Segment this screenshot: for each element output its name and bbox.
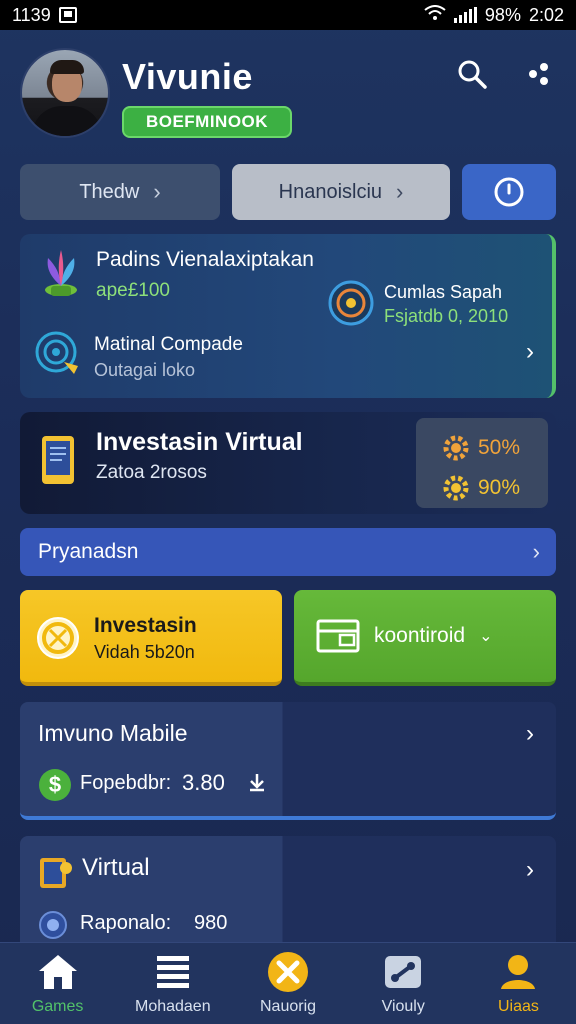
mobile-card-title: Imvuno Mabile [38,720,188,746]
chevron-right-icon: › [532,539,540,564]
level-badge: BOEFMINOOK [122,106,292,138]
stat-row: 50% [442,434,520,462]
timer-button[interactable] [462,164,556,220]
invest-tile[interactable]: Investasin Vidah 5b20n [20,590,282,686]
stat-value: 90% [478,476,521,499]
nav-item-tools[interactable]: Nauorig [230,943,345,1024]
profile-header: Vivunie BOEFMINOOK [20,48,556,140]
stats-box: 50% 90% [416,418,548,508]
virtual-card-title: Virtual [82,854,150,881]
nav-item-link[interactable]: Viouly [346,943,461,1024]
nav-item-profile[interactable]: Uiaas [461,943,576,1024]
control-tile-label: koontiroid [374,624,466,647]
control-tile[interactable]: koontiroid ⌄ [294,590,556,686]
chip-first[interactable]: Thedw › [20,164,220,220]
banner-label: Pryanadsn [38,540,139,563]
mobile-card[interactable]: Imvuno Mabile › $ Fopebdbr: 3.80 [20,702,556,820]
battery-percent: 98% [484,4,521,25]
filter-chips: Thedw › Hnanoislciu › [20,164,556,220]
wifi-icon [424,4,446,26]
bottom-nav: Games Mohadaen Nauorig Viouly Uiaas [0,942,576,1024]
status-clock: 2:02 [528,4,564,25]
link-icon [382,952,424,992]
nav-label: Viouly [381,997,425,1015]
search-icon[interactable] [454,56,490,92]
chevron-right-icon: › [396,179,404,204]
mobile-card-value: 3.80 [182,770,225,795]
featured-card[interactable]: Padins Vienalaxiptakan ape£100 Cumlas Sa… [20,234,556,398]
invest-tile-title: Investasin [94,614,197,637]
gear-icon [443,435,469,461]
signal-icon [453,7,477,23]
invest-tile-subtitle: Vidah 5b20n [94,642,195,662]
investment-subtitle: Zatoa 2rosos [96,462,207,483]
featured-row2-subtitle: Outagai loko [94,360,196,380]
status-bar: 1139 98% 2:02 [0,0,576,30]
folder-icon [316,619,360,653]
notification-icon [58,7,77,23]
nav-label: Uiaas [497,997,539,1015]
featured-right-title: Cumlas Sapah [384,282,503,302]
chip-second-label: Hnanoislciu [278,180,383,203]
chevron-right-icon: › [526,856,534,883]
stat-row: 90% [442,474,520,502]
chevron-down-icon: ⌄ [479,628,493,645]
timer-icon [494,177,524,207]
download-icon[interactable] [248,772,266,798]
chip-second[interactable]: Hnanoislciu › [232,164,450,220]
list-icon [152,952,194,992]
virtual-card-value: 980 [194,912,228,934]
chevron-right-icon: › [526,720,534,747]
share-icon[interactable] [520,56,556,92]
virtual-card[interactable]: Virtual › Raponalo: 980 [20,836,556,946]
avatar[interactable] [20,48,110,138]
user-name: Vivunie [122,56,253,97]
document-icon [40,858,72,888]
featured-subtitle: ape£100 [96,280,170,301]
featured-row2-title: Matinal Compade [94,334,243,355]
featured-title: Padins Vienalaxiptakan [96,248,314,271]
nav-label: Games [31,997,84,1015]
nav-item-menu[interactable]: Mohadaen [115,943,230,1024]
investment-title: Investasin Virtual [96,428,303,456]
nav-item-games[interactable]: Games [0,943,115,1024]
chip-first-label: Thedw [79,180,140,203]
user-icon [497,952,539,992]
featured-right-subtitle: Fsjatdb 0, 2010 [384,306,509,326]
plant-icon [45,250,77,296]
investment-card[interactable]: Investasin Virtual Zatoa 2rosos 50% 90% [20,412,556,514]
chevron-right-icon: › [153,179,161,204]
target-icon [328,280,374,326]
home-icon [37,952,79,992]
svg-text:$: $ [49,772,61,797]
nav-label: Mohadaen [134,997,211,1015]
virtual-card-label: Raponalo: [80,912,172,934]
gear-icon [443,475,469,501]
tools-icon [267,951,309,992]
promo-banner[interactable]: Pryanadsn › [20,528,556,576]
dollar-icon: $ [39,769,71,801]
radar-icon [35,331,78,374]
chevron-right-icon: › [526,338,534,365]
status-time: 1139 [12,4,51,25]
coin-icon [37,617,79,659]
mobile-card-label: Fopebdbr: [80,772,172,794]
nav-label: Nauorig [259,997,317,1015]
phone-icon [42,436,74,484]
stat-value: 50% [478,436,521,459]
badge-icon [39,911,67,939]
